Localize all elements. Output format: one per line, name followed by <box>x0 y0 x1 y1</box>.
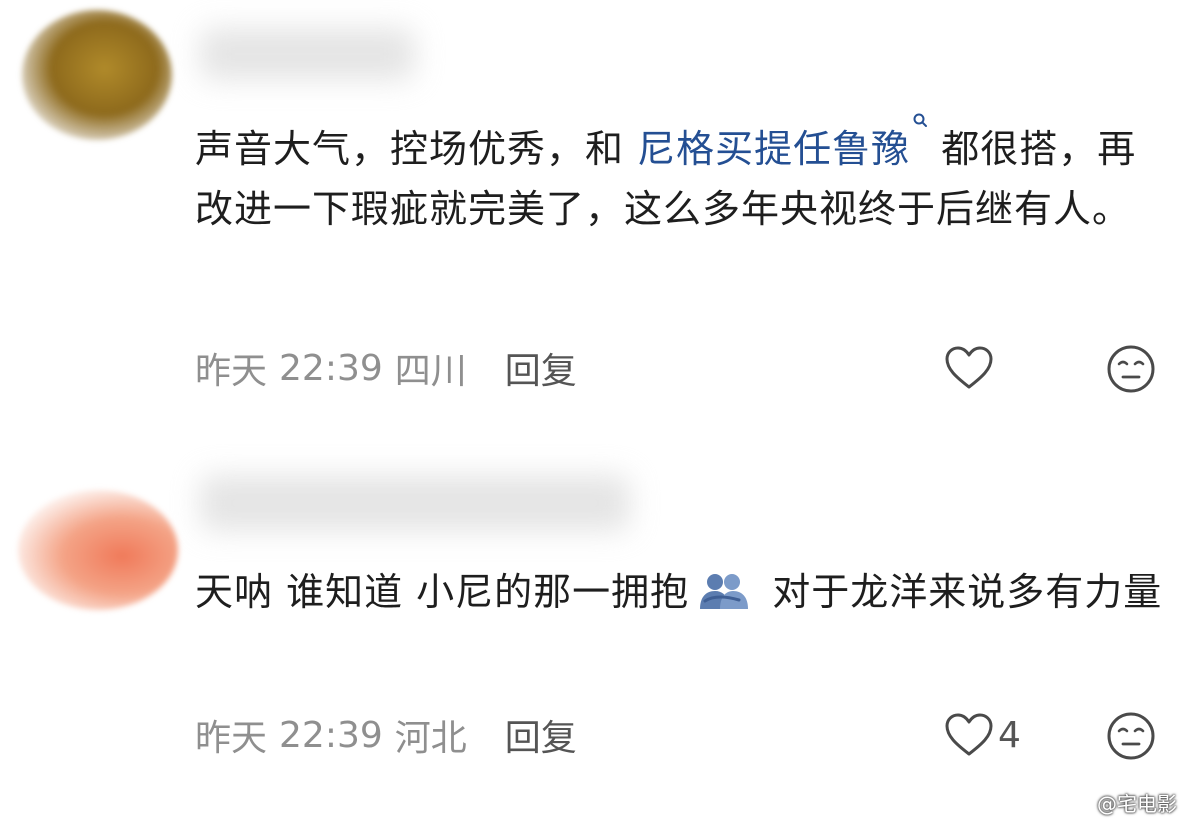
like-count: 4 <box>998 714 1021 756</box>
comment-date: 昨天 <box>195 718 268 759</box>
hug-icon <box>700 574 749 609</box>
comment-location: 河北 <box>394 718 467 759</box>
avatar[interactable] <box>22 10 172 140</box>
search-icon <box>913 113 928 127</box>
comment-2: 天呐 谁知道 小尼的那一拥抱 对于龙洋来说多有力量 昨天 22:39 河北 回复… <box>0 430 1191 825</box>
comment-time: 22:39 <box>279 347 383 389</box>
comment-meta: 昨天 22:39 河北 回复 <box>195 705 577 765</box>
comment-text-after-icon: 对于龙洋来说多有力量 <box>759 570 1163 614</box>
comment-meta: 昨天 22:39 四川 回复 <box>195 338 577 398</box>
comment-text-before-link: 声音大气，控场优秀，和 <box>195 127 638 171</box>
heart-outline-icon <box>945 346 993 389</box>
comment-1: 声音大气，控场优秀，和 尼格买提任鲁豫 都很搭，再改进一下瑕疵就完美了，这么多年… <box>0 0 1191 430</box>
avatar[interactable] <box>18 490 178 610</box>
like-button[interactable]: 4 <box>944 705 1021 765</box>
topic-link-label: 尼格买提任鲁豫 <box>637 127 911 171</box>
username-redacted <box>200 475 630 531</box>
neutral-face-icon[interactable] <box>1106 711 1156 761</box>
reply-button[interactable]: 回复 <box>497 342 577 394</box>
watermark: @宅电影 <box>1097 792 1177 816</box>
like-button[interactable] <box>944 338 998 398</box>
reply-button[interactable]: 回复 <box>497 709 577 761</box>
comment-time: 22:39 <box>279 714 383 756</box>
comment-text: 天呐 谁知道 小尼的那一拥抱 对于龙洋来说多有力量 <box>195 562 1170 622</box>
heart-outline-icon <box>945 713 993 756</box>
topic-link[interactable]: 尼格买提任鲁豫 <box>637 113 928 171</box>
comment-date: 昨天 <box>195 351 268 392</box>
username-redacted <box>200 28 415 80</box>
comment-text: 声音大气，控场优秀，和 尼格买提任鲁豫 都很搭，再改进一下瑕疵就完美了，这么多年… <box>195 112 1170 239</box>
comment-location: 四川 <box>394 351 467 392</box>
neutral-face-icon[interactable] <box>1106 344 1156 394</box>
comment-text-before-icon: 天呐 谁知道 小尼的那一拥抱 <box>195 570 690 614</box>
